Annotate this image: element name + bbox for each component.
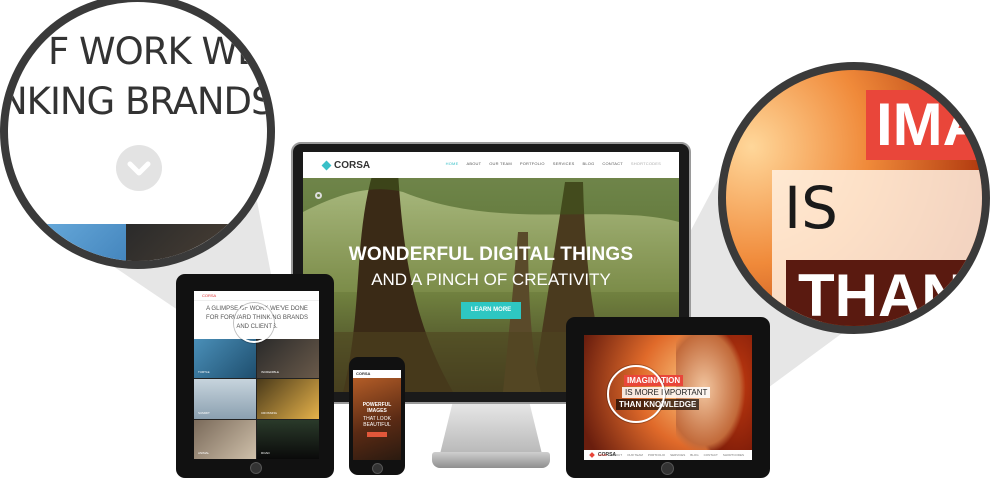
- portfolio-item[interactable]: ANIMAL: [194, 419, 256, 459]
- menu-about[interactable]: ABOUT: [612, 450, 622, 460]
- phone-subtitle: BEAUTIFUL: [363, 422, 391, 428]
- magnified-text: IMA: [866, 90, 982, 160]
- logo-diamond-icon: [589, 452, 595, 458]
- menu-services[interactable]: SERVICES: [670, 450, 685, 460]
- phone-header: CORSA: [353, 370, 401, 378]
- gear-icon[interactable]: [315, 192, 322, 199]
- site-menu: HOME ABOUT OUR TEAM PORTFOLIO SERVICES B…: [598, 450, 744, 460]
- menu-portfolio[interactable]: PORTFOLIO: [520, 161, 545, 166]
- menu-our-team[interactable]: OUR TEAM: [489, 161, 512, 166]
- tablet-home-button: [661, 462, 674, 475]
- zoom-ring: [607, 365, 665, 423]
- brand-name: CORSA: [334, 159, 371, 171]
- portfolio-item[interactable]: ROAD: [257, 419, 319, 459]
- phone-cta-button[interactable]: [367, 432, 387, 437]
- magnifier-left: F WORK WE'V NKING BRANDS: [0, 0, 275, 269]
- monitor-stand: [440, 404, 542, 454]
- portfolio-caption: CROSSING: [261, 410, 278, 415]
- hero-title: WONDERFUL DIGITAL THINGS: [348, 244, 634, 265]
- brand-name: CORSA: [202, 293, 217, 298]
- phone-home-button: [372, 463, 383, 474]
- portfolio-caption: INCREDIBLE: [261, 370, 280, 375]
- menu-about[interactable]: ABOUT: [466, 161, 481, 166]
- chevron-down-icon[interactable]: [116, 145, 162, 191]
- menu-services[interactable]: SERVICES: [553, 161, 575, 166]
- portfolio-item[interactable]: SUMMIT: [194, 379, 256, 419]
- tablet-footer-nav: CORSA HOME ABOUT OUR TEAM PORTFOLIO SERV…: [584, 450, 752, 460]
- magnified-text: NKING BRANDS: [0, 80, 274, 123]
- menu-portfolio[interactable]: PORTFOLIO: [648, 450, 665, 460]
- menu-contact[interactable]: CONTACT: [704, 450, 718, 460]
- menu-our-team[interactable]: OUR TEAM: [627, 450, 643, 460]
- menu-shortcodes[interactable]: SHORTCODES: [723, 450, 744, 460]
- phone-screen: CORSA POWERFUL IMAGES THAT LOOK BEAUTIFU…: [353, 370, 401, 460]
- menu-home[interactable]: HOME: [598, 450, 607, 460]
- portfolio-caption: ANIMAL: [198, 450, 210, 455]
- magnified-text: F WORK WE'V: [48, 30, 275, 73]
- tablet-home-button: [250, 462, 262, 474]
- brand-name: CORSA: [356, 371, 371, 376]
- learn-more-button[interactable]: LEARN MORE: [461, 302, 521, 319]
- magnified-text: THAN: [786, 260, 977, 326]
- zoom-ring: [234, 303, 274, 343]
- site-menu: HOME ABOUT OUR TEAM PORTFOLIO SERVICES B…: [446, 161, 661, 166]
- menu-blog[interactable]: BLOG: [690, 450, 698, 460]
- logo-diamond-icon: [321, 160, 332, 170]
- menu-shortcodes[interactable]: SHORTCODES: [631, 161, 661, 166]
- site-header: CORSA HOME ABOUT OUR TEAM PORTFOLIO SERV…: [303, 152, 679, 178]
- site-logo[interactable]: CORSA: [321, 159, 371, 171]
- menu-blog[interactable]: BLOG: [582, 161, 594, 166]
- tablet-header: CORSA: [194, 291, 319, 301]
- menu-contact[interactable]: CONTACT: [602, 161, 622, 166]
- portfolio-item[interactable]: CROSSING: [257, 379, 319, 419]
- portfolio-caption: SUMMIT: [198, 410, 210, 415]
- hero-subtitle: AND A PINCH OF CREATIVITY: [371, 270, 611, 289]
- magnifier-right: IMA IS MOR THAN: [718, 62, 990, 334]
- portfolio-caption: TURTLE: [198, 370, 210, 375]
- portfolio-item[interactable]: TURTLE: [194, 339, 256, 379]
- portfolio-item[interactable]: INCREDIBLE: [257, 339, 319, 379]
- menu-home[interactable]: HOME: [446, 161, 459, 166]
- monitor-base: [432, 452, 550, 468]
- portfolio-grid: TURTLE INCREDIBLE SUMMIT CROSSING ANIMAL…: [194, 339, 319, 459]
- phone-title: IMAGES: [367, 408, 387, 414]
- portfolio-caption: ROAD: [261, 450, 270, 455]
